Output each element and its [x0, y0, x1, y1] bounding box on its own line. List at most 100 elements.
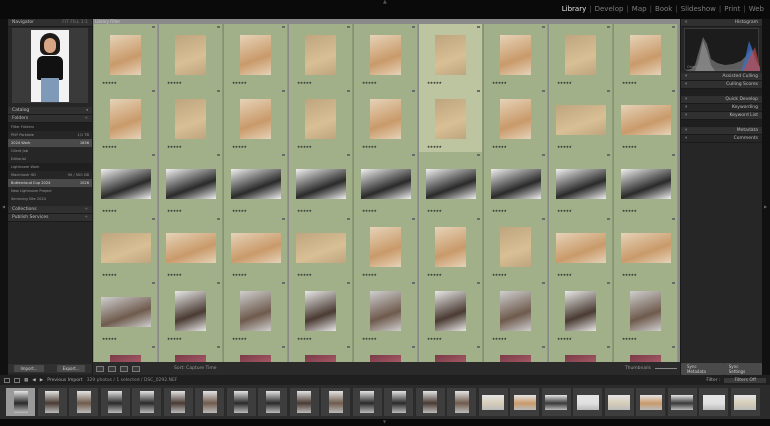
grid-cell[interactable]: ★★★★★	[614, 280, 678, 345]
star-rating[interactable]: ★★★★★	[557, 81, 572, 85]
filmstrip-thumbnail[interactable]	[541, 388, 571, 416]
grid-cell[interactable]: ★★★★★	[614, 152, 678, 217]
filmstrip-thumbnail[interactable]	[699, 388, 728, 416]
grid-cell[interactable]: ★★★★★	[289, 24, 353, 89]
photo-thumbnail[interactable]	[630, 291, 661, 331]
panel-section-assisted-culling[interactable]: ▾ Assisted Culling	[681, 73, 762, 81]
photo-thumbnail[interactable]	[305, 291, 336, 331]
photo-thumbnail[interactable]	[555, 105, 606, 135]
photo-thumbnail[interactable]	[435, 227, 466, 267]
grid-cell[interactable]: ★★★★★	[159, 24, 223, 89]
filmstrip-thumbnail[interactable]	[226, 388, 256, 416]
filmstrip-thumbnail[interactable]	[100, 388, 130, 416]
photo-thumbnail[interactable]	[370, 355, 401, 362]
photo-thumbnail[interactable]	[620, 169, 671, 199]
photo-thumbnail[interactable]	[240, 99, 271, 139]
grid-cell[interactable]: ★★★★★	[224, 280, 288, 345]
photo-thumbnail[interactable]	[500, 99, 531, 139]
grid-cell[interactable]: ★★★★★	[614, 88, 678, 153]
loupe-view-icon[interactable]	[108, 365, 116, 372]
module-develop[interactable]: Develop	[595, 5, 624, 13]
star-rating[interactable]: ★★★★★	[427, 81, 442, 85]
grid-cell[interactable]: ★★★★★	[419, 152, 483, 217]
folders-header[interactable]: Folders +	[8, 115, 92, 123]
photo-thumbnail[interactable]	[565, 35, 596, 75]
star-rating[interactable]: ★★★★★	[557, 209, 572, 213]
photo-thumbnail[interactable]	[100, 233, 151, 263]
photo-thumbnail[interactable]	[620, 105, 671, 135]
panel-section-keywording[interactable]: ▾ Keywording	[681, 104, 762, 112]
right-panel-toggle-icon[interactable]: ▶	[764, 204, 767, 209]
module-print[interactable]: Print	[724, 5, 740, 13]
photo-thumbnail[interactable]	[490, 169, 541, 199]
photo-thumbnail[interactable]	[305, 35, 336, 75]
navigator-preview[interactable]	[12, 28, 88, 103]
star-rating[interactable]: ★★★★★	[167, 337, 182, 341]
star-rating[interactable]: ★★★★★	[102, 81, 117, 85]
folder-row[interactable]: Client Job	[8, 147, 92, 155]
module-book[interactable]: Book	[655, 5, 672, 13]
grid-cell[interactable]: ★★★★★	[224, 152, 288, 217]
star-rating[interactable]: ★★★★★	[557, 337, 572, 341]
grid-view-icon[interactable]	[96, 365, 104, 372]
folder-row[interactable]: Macintosh HD 90 / 500 GB	[8, 171, 92, 179]
grid-cell[interactable]: ★★★★★	[94, 152, 158, 217]
star-rating[interactable]: ★★★★★	[622, 145, 637, 149]
grid-cell[interactable]: ★★★★★	[549, 216, 613, 281]
photo-thumbnail[interactable]	[230, 233, 281, 263]
photo-thumbnail[interactable]	[175, 355, 206, 362]
filmstrip-thumbnail[interactable]	[604, 388, 634, 416]
panel-section-comments[interactable]: ▾ Comments	[681, 135, 762, 143]
star-rating[interactable]: ★★★★★	[167, 145, 182, 149]
photo-thumbnail[interactable]	[230, 169, 281, 199]
photo-thumbnail[interactable]	[110, 35, 141, 75]
star-rating[interactable]: ★★★★★	[232, 337, 247, 341]
star-rating[interactable]: ★★★★★	[297, 273, 312, 277]
collections-header[interactable]: Collections +	[8, 206, 92, 214]
photo-thumbnail[interactable]	[500, 227, 531, 267]
photo-thumbnail[interactable]	[240, 355, 271, 362]
grid-cell[interactable]: ★★★★★	[354, 88, 418, 153]
folder-row[interactable]: Servicing Site 2024	[8, 195, 92, 203]
filmstrip-thumbnail[interactable]	[667, 388, 697, 416]
photo-thumbnail[interactable]	[175, 99, 206, 139]
star-rating[interactable]: ★★★★★	[427, 209, 442, 213]
add-folder-icon[interactable]: +	[84, 115, 88, 122]
filmstrip-thumbnail[interactable]	[321, 388, 350, 416]
star-rating[interactable]: ★★★★★	[102, 273, 117, 277]
section-controls[interactable]	[681, 120, 762, 127]
star-rating[interactable]: ★★★★★	[297, 337, 312, 341]
photo-thumbnail[interactable]	[630, 35, 661, 75]
grid-cell[interactable]	[224, 344, 288, 362]
filmstrip-thumbnail[interactable]	[510, 388, 539, 416]
grid-cell[interactable]: ★★★★★	[419, 280, 483, 345]
filmstrip-source[interactable]: Previous Import	[47, 378, 82, 383]
folder-row[interactable]: Lightroom Work	[8, 163, 92, 171]
photo-thumbnail[interactable]	[565, 291, 596, 331]
folder-row[interactable]: Editorial	[8, 155, 92, 163]
star-rating[interactable]: ★★★★★	[167, 273, 182, 277]
second-window-icon[interactable]	[14, 377, 20, 383]
navigator-header[interactable]: Navigator FIT FILL 1:1	[8, 19, 92, 27]
star-rating[interactable]: ★★★★★	[232, 145, 247, 149]
photo-thumbnail[interactable]	[370, 99, 401, 139]
photo-thumbnail[interactable]	[240, 35, 271, 75]
star-rating[interactable]: ★★★★★	[557, 145, 572, 149]
photo-thumbnail[interactable]	[500, 35, 531, 75]
star-rating[interactable]: ★★★★★	[102, 209, 117, 213]
star-rating[interactable]: ★★★★★	[232, 81, 247, 85]
photo-thumbnail[interactable]	[305, 355, 336, 362]
folder-row[interactable]: Buttercloud Cup 2024 1026	[8, 179, 92, 187]
grid-cell[interactable]: ★★★★★	[354, 280, 418, 345]
panel-section-metadata[interactable]: ▾ Metadata	[681, 127, 762, 135]
star-rating[interactable]: ★★★★★	[362, 145, 377, 149]
filmstrip-thumbnail[interactable]	[163, 388, 193, 416]
grid-cell[interactable]: ★★★★★	[419, 216, 483, 281]
photo-thumbnail[interactable]	[295, 169, 346, 199]
filmstrip-thumbnail[interactable]	[447, 388, 476, 416]
photo-thumbnail[interactable]	[555, 169, 606, 199]
photo-thumbnail[interactable]	[360, 169, 411, 199]
grid-cell[interactable]: ★★★★★	[159, 88, 223, 153]
publish-services-header[interactable]: Publish Services +	[8, 214, 92, 222]
grid-cell[interactable]: ★★★★★	[549, 88, 613, 153]
